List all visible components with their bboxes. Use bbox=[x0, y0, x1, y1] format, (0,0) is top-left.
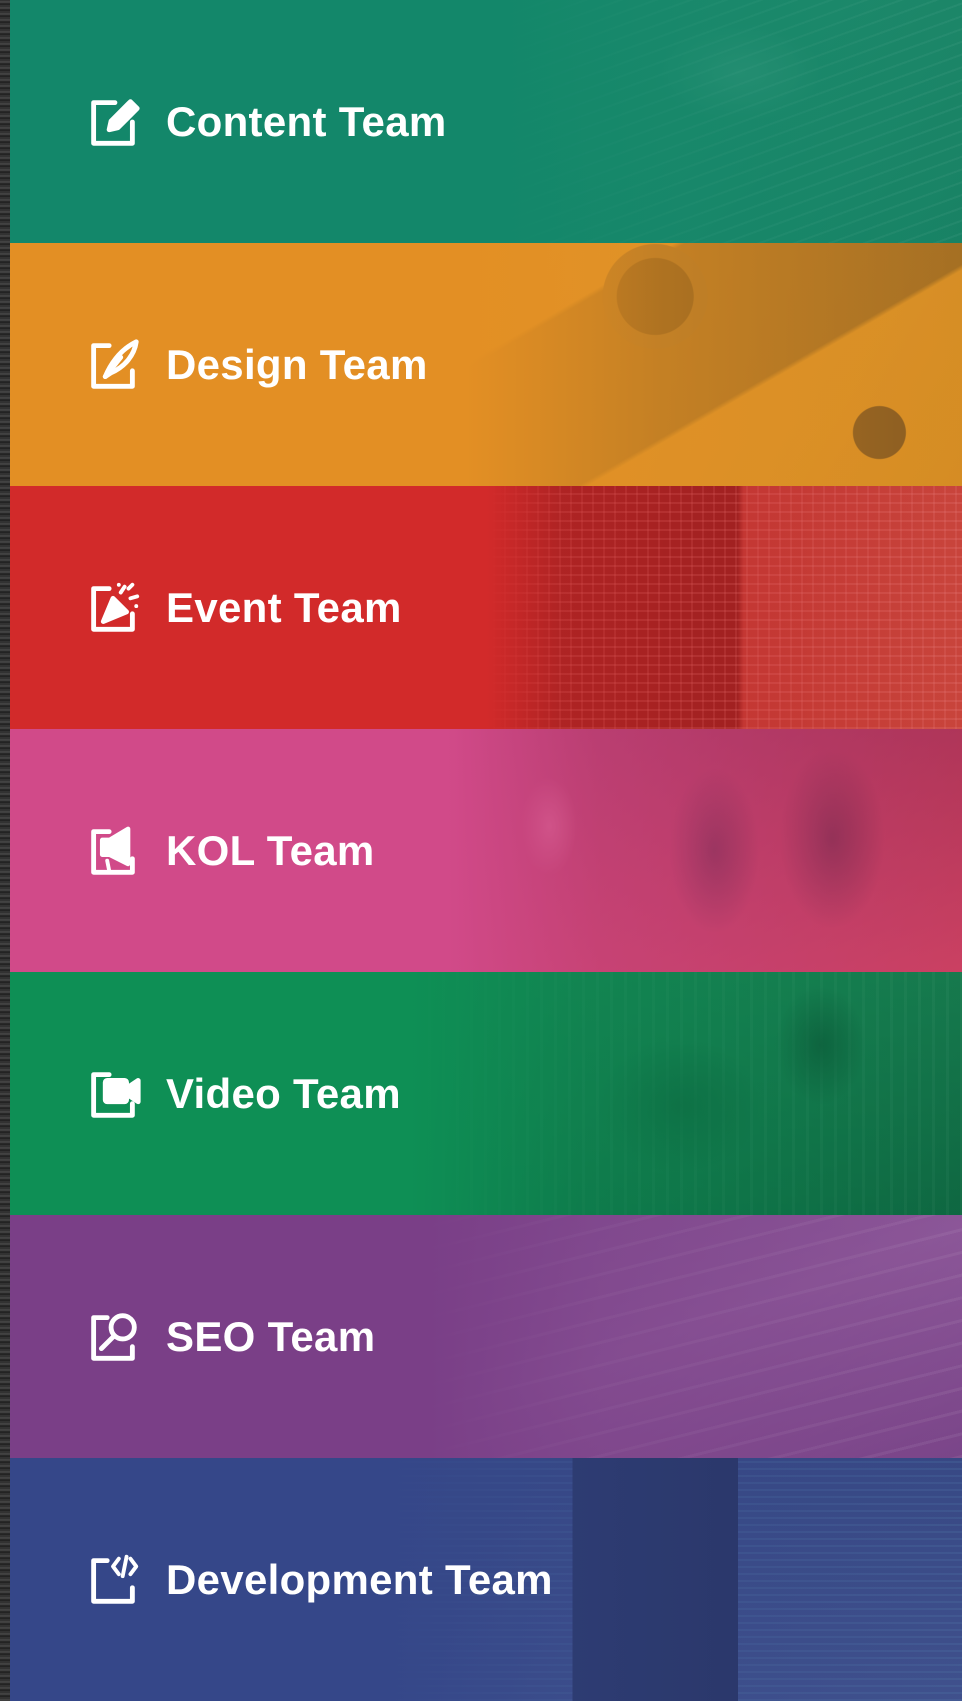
magnifier-search-icon bbox=[91, 1312, 137, 1361]
video-camera-icon bbox=[91, 1071, 141, 1118]
team-card-development[interactable]: Development Team bbox=[10, 1458, 962, 1701]
team-list: Content Team Design Team Event Team KOL … bbox=[10, 0, 962, 1701]
team-label: Event Team bbox=[166, 583, 402, 631]
code-tag-icon bbox=[91, 1554, 139, 1604]
team-label: Development Team bbox=[166, 1555, 553, 1603]
team-card-design[interactable]: Design Team bbox=[10, 243, 962, 486]
edit-pen-icon bbox=[91, 98, 140, 146]
team-label: Video Team bbox=[166, 1069, 401, 1117]
team-card-kol[interactable]: KOL Team bbox=[10, 729, 962, 972]
feather-quill-icon bbox=[91, 338, 139, 389]
team-label: Content Team bbox=[166, 97, 447, 145]
team-card-event[interactable]: Event Team bbox=[10, 486, 962, 729]
party-popper-icon bbox=[91, 582, 140, 632]
team-card-seo[interactable]: SEO Team bbox=[10, 1215, 962, 1458]
left-edge-border bbox=[0, 0, 10, 1701]
team-label: Design Team bbox=[166, 340, 428, 388]
team-card-content[interactable]: Content Team bbox=[10, 0, 962, 243]
team-label: KOL Team bbox=[166, 826, 375, 874]
megaphone-icon bbox=[91, 826, 135, 875]
team-card-video[interactable]: Video Team bbox=[10, 972, 962, 1215]
team-label: SEO Team bbox=[166, 1312, 376, 1360]
